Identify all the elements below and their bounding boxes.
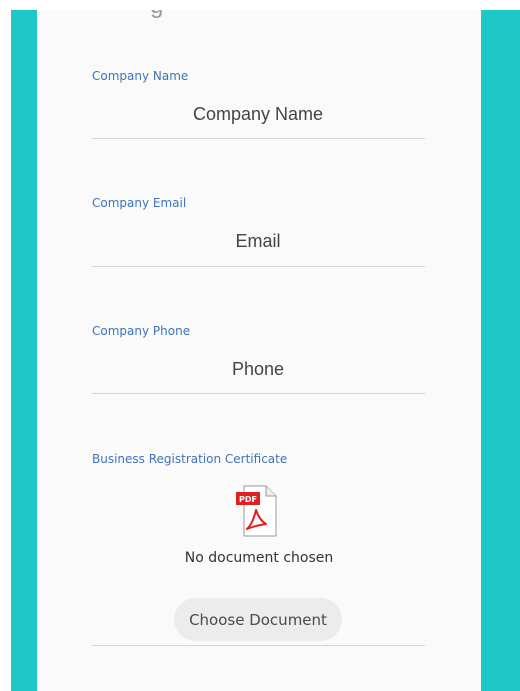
company-phone-label: Company Phone — [92, 324, 191, 338]
svg-text:PDF: PDF — [239, 495, 257, 504]
registration-form-panel: g Company Name Company Email Company Pho… — [37, 10, 481, 691]
cropped-heading-fragment: g — [150, 10, 163, 20]
company-email-underline — [92, 266, 425, 267]
company-name-label: Company Name — [92, 69, 189, 83]
right-accent-bar — [481, 10, 520, 691]
document-status-text: No document chosen — [184, 550, 334, 566]
choose-document-button[interactable]: Choose Document — [174, 598, 342, 641]
company-email-label: Company Email — [92, 196, 187, 210]
left-accent-bar — [11, 10, 37, 691]
registration-certificate-underline — [92, 645, 425, 646]
company-phone-underline — [92, 393, 425, 394]
company-name-underline — [92, 138, 425, 139]
registration-certificate-label: Business Registration Certificate — [92, 452, 288, 466]
page: g Company Name Company Email Company Pho… — [0, 0, 520, 691]
company-phone-input[interactable] — [92, 353, 424, 385]
pdf-icon: PDF — [234, 484, 278, 538]
company-name-input[interactable] — [92, 98, 424, 130]
company-email-input[interactable] — [92, 225, 424, 257]
